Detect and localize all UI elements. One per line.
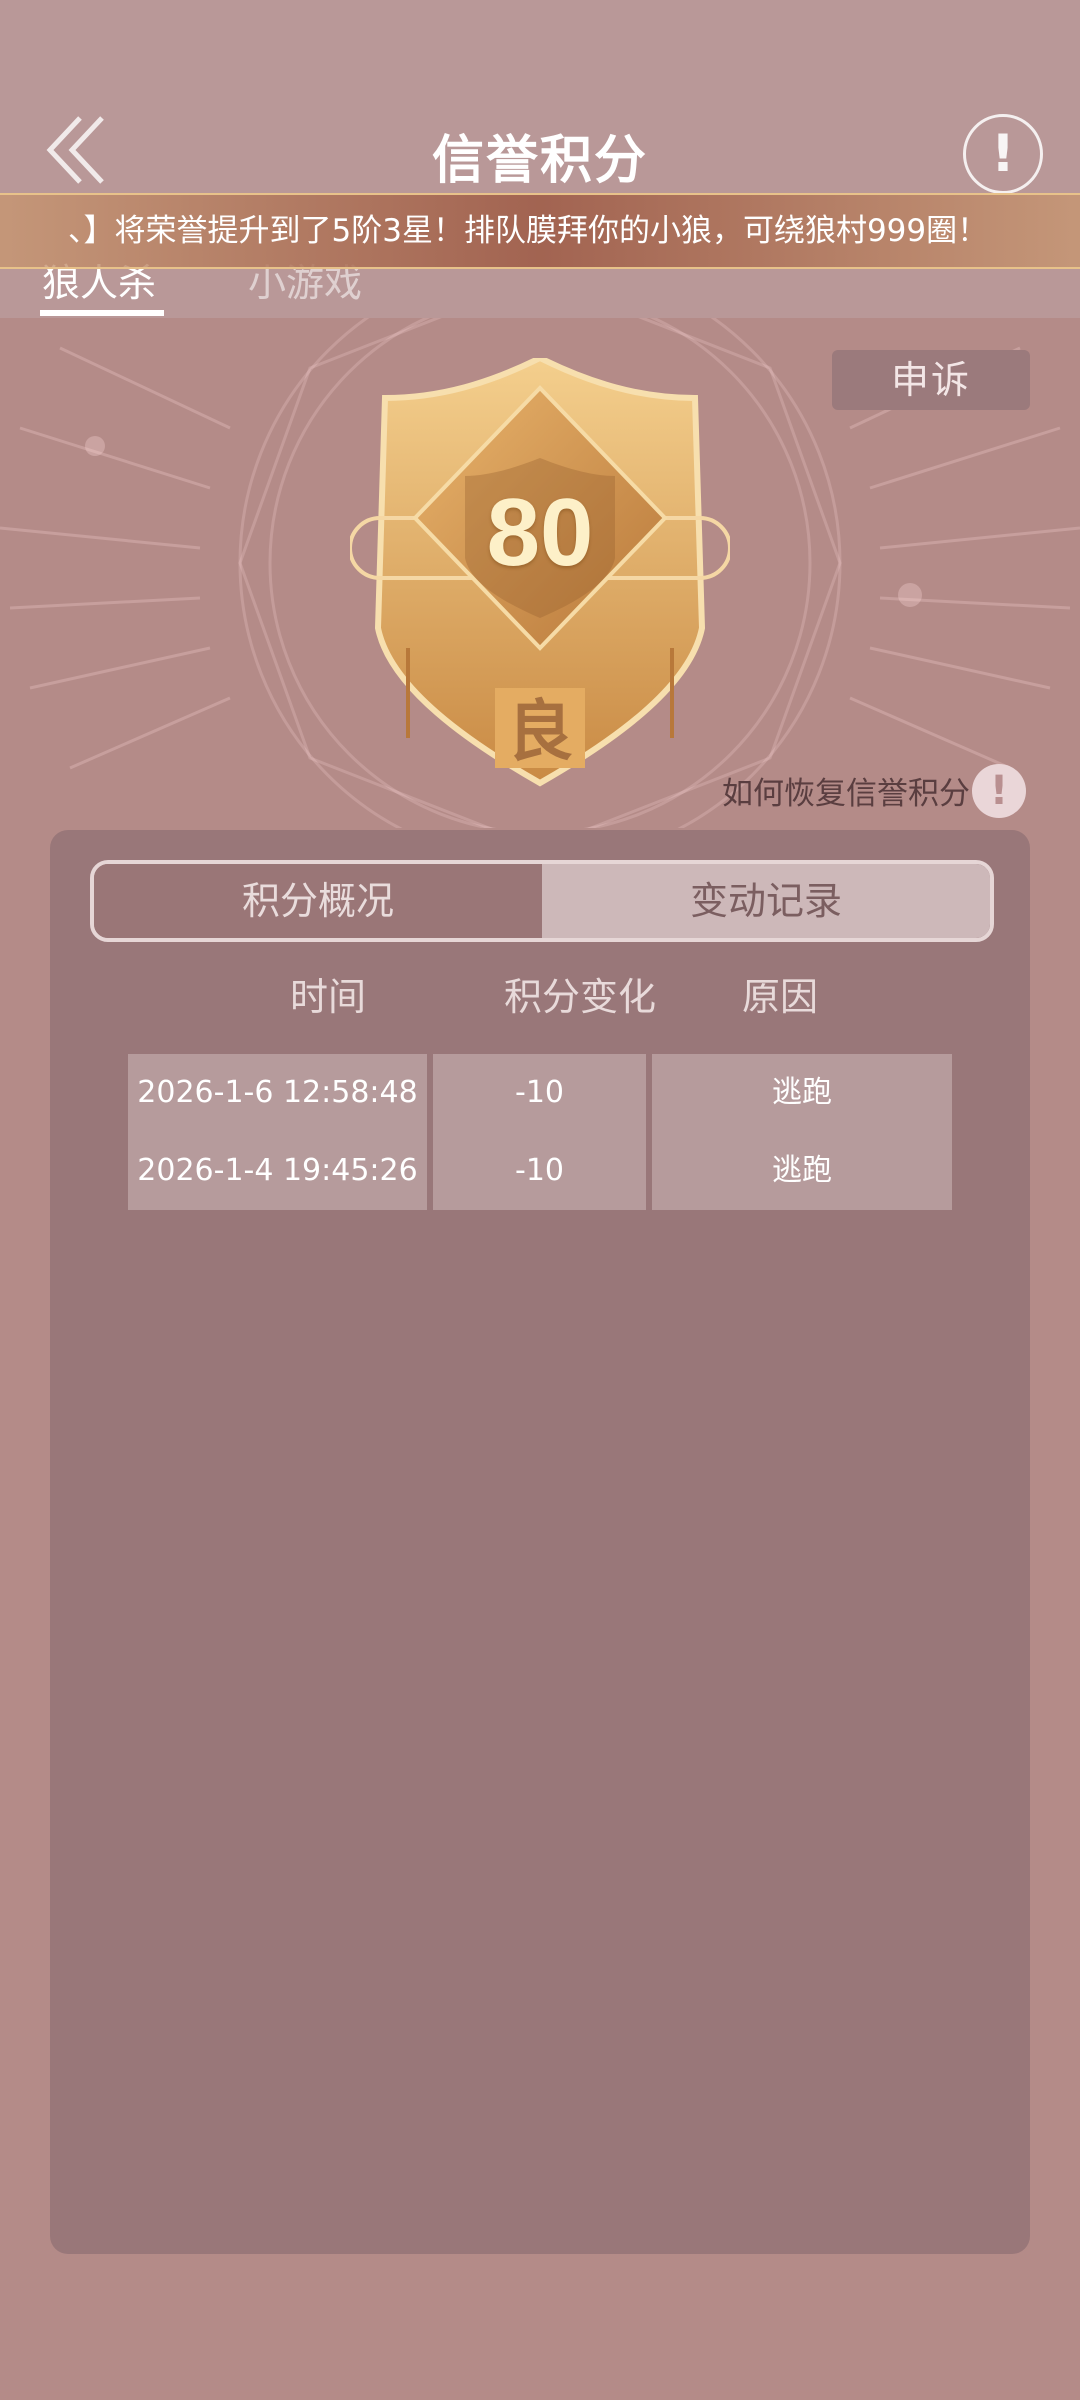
column-header-reason: 原因: [741, 975, 818, 1019]
table-row: 2026-1-4 19:45:26 -10 逃跑: [128, 1132, 952, 1210]
credit-score-value: 80: [486, 479, 594, 586]
help-exclamation-icon[interactable]: !: [972, 764, 1026, 818]
active-tab-underline: [40, 310, 164, 316]
cell-change: -10: [433, 1054, 646, 1132]
cell-time: 2026-1-6 12:58:48: [128, 1054, 427, 1132]
tab-score-overview[interactable]: 积分概况: [94, 864, 542, 938]
appeal-button[interactable]: 申诉: [832, 350, 1030, 410]
recover-credit-link[interactable]: 如何恢复信誉积分: [700, 768, 970, 813]
cell-reason: 逃跑: [652, 1054, 952, 1132]
info-button[interactable]: !: [963, 114, 1043, 194]
marquee-text: 、】将荣誉提升到了5阶3星！排队膜拜你的小狼，可绕狼村999圈！: [68, 213, 989, 249]
credit-grade-label: 良: [507, 693, 573, 770]
table-row: 2026-1-6 12:58:48 -10 逃跑: [128, 1054, 952, 1132]
cell-reason: 逃跑: [652, 1132, 952, 1210]
announcement-marquee: 、】将荣誉提升到了5阶3星！排队膜拜你的小狼，可绕狼村999圈！: [0, 193, 1080, 269]
credit-records-panel: 积分概况 变动记录 时间 积分变化 原因 2026-1-6 12:58:48 -…: [50, 830, 1030, 2254]
segmented-control: 积分概况 变动记录: [90, 860, 994, 942]
cell-change: -10: [433, 1132, 646, 1210]
page-title: 信誉积分: [431, 131, 648, 191]
exclamation-circle-icon: !: [991, 124, 1015, 184]
header-bar: 信誉积分 ! 狼人杀 小游戏: [0, 0, 1080, 318]
tab-change-records[interactable]: 变动记录: [542, 864, 990, 938]
cell-time: 2026-1-4 19:45:26: [128, 1132, 427, 1210]
